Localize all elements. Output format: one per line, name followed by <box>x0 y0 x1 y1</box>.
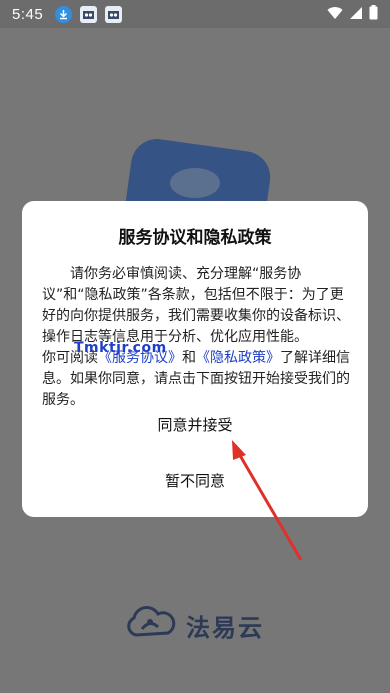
background-card-detail <box>170 168 220 198</box>
dialog-body: 请你务必审慎阅读、充分理解“服务协议”和“隐私政策”各条款，包括但不限于：为了更… <box>42 264 352 411</box>
status-time: 5:45 <box>12 5 44 23</box>
cloud-logo-icon <box>124 605 176 645</box>
body-text-part1: 请你务必审慎阅读、充分理解“服务协议”和“隐私政策”各条款，包括但不限于：为了更… <box>42 266 350 345</box>
watermark-text: Tmktjr.com <box>74 340 167 356</box>
privacy-policy-link[interactable]: 《隐私政策》 <box>196 350 280 366</box>
decline-button[interactable]: 暂不同意 <box>22 463 368 499</box>
wifi-icon <box>327 5 343 24</box>
notification-icons <box>55 5 123 23</box>
agreement-dialog: 服务协议和隐私政策 请你务必审慎阅读、充分理解“服务协议”和“隐私政策”各条款，… <box>22 201 368 517</box>
battery-icon <box>369 5 378 24</box>
app-logo: 法易云 <box>124 605 264 645</box>
body-text-and: 和 <box>182 350 196 366</box>
download-icon <box>55 5 73 23</box>
agree-button[interactable]: 同意并接受 <box>22 407 368 443</box>
app-name: 法易云 <box>186 613 264 642</box>
dialog-title: 服务协议和隐私政策 <box>118 228 272 248</box>
app-notification-icon <box>80 5 98 23</box>
status-bar: 5:45 <box>0 0 390 28</box>
app-notification-icon <box>105 5 123 23</box>
signal-icon <box>349 5 363 24</box>
system-icons <box>327 5 378 24</box>
